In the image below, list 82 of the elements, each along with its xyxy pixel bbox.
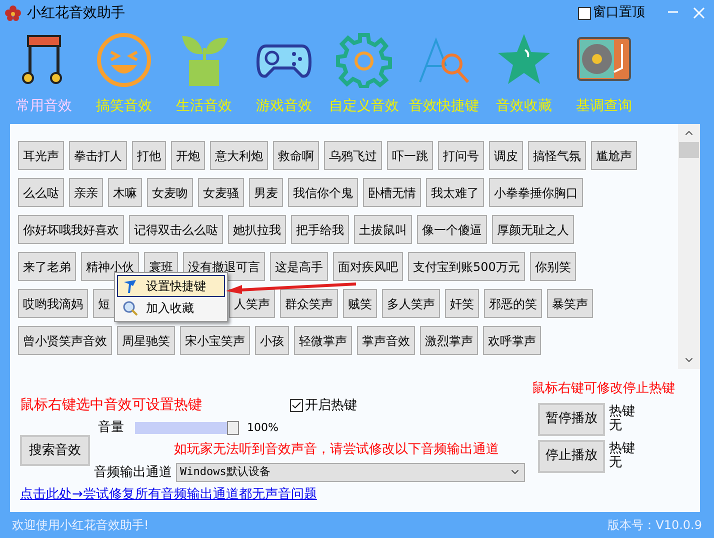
sound-button[interactable]: 木嘛 xyxy=(108,178,142,207)
playback-button[interactable]: 停止播放 xyxy=(538,440,605,472)
sound-button[interactable]: 我信你个鬼 xyxy=(288,178,358,207)
sound-button[interactable]: 乌鸦飞过 xyxy=(324,141,382,170)
sound-button[interactable]: 厚颜无耻之人 xyxy=(492,215,574,244)
sound-button[interactable]: 人笑声 xyxy=(229,289,275,318)
sound-button[interactable]: 女麦吻 xyxy=(147,178,193,207)
hotkey-hint: 鼠标右键选中音效可设置热键 xyxy=(20,396,203,415)
sound-button[interactable]: 卧槽无情 xyxy=(363,178,421,207)
sound-button[interactable]: 周星驰笑 xyxy=(117,326,175,355)
gear-icon xyxy=(336,32,392,88)
volume-slider[interactable] xyxy=(135,422,239,434)
flower-logo-icon xyxy=(5,5,21,21)
sound-button[interactable]: 这是高手 xyxy=(270,252,328,281)
sound-button[interactable]: 尴尬声 xyxy=(591,141,637,170)
hotkey-checkbox[interactable]: 开启热键 xyxy=(290,396,357,416)
window-title: 小红花音效助手 xyxy=(27,4,125,22)
sound-button[interactable]: 小拳拳捶你胸口 xyxy=(489,178,583,207)
sound-button[interactable]: 面对疾风吧 xyxy=(333,252,403,281)
sound-button[interactable]: 把手给我 xyxy=(291,215,349,244)
sound-button[interactable]: 欢呼掌声 xyxy=(483,326,541,355)
sound-button[interactable]: 我太难了 xyxy=(426,178,484,207)
pin-window-checkbox[interactable]: 窗口置顶 xyxy=(578,3,645,23)
sound-button[interactable]: 群众笑声 xyxy=(280,289,338,318)
sound-button[interactable]: 邪恶的笑 xyxy=(484,289,542,318)
sound-button[interactable]: 哎哟我滴妈 xyxy=(18,289,88,318)
sound-button[interactable]: 开炮 xyxy=(171,141,205,170)
close-icon[interactable] xyxy=(693,7,705,19)
sound-button[interactable]: 支付宝到账500万元 xyxy=(408,252,525,281)
playback-button[interactable]: 暂停播放 xyxy=(538,402,605,436)
hotkey-label: 热键 xyxy=(609,405,635,419)
version-label: 版本号：V10.0.9 xyxy=(608,517,702,534)
sound-button[interactable]: 多人笑声 xyxy=(382,289,440,318)
scrollbar[interactable] xyxy=(678,124,700,369)
sound-button[interactable]: 意大利炮 xyxy=(210,141,268,170)
sound-button[interactable]: 激烈掌声 xyxy=(420,326,478,355)
sound-button[interactable]: 暴笑声 xyxy=(547,289,593,318)
hotkey-value: 无 xyxy=(609,419,623,433)
sound-button[interactable]: 打问号 xyxy=(438,141,484,170)
sound-button[interactable]: 短 xyxy=(93,289,115,318)
sound-button[interactable]: 耳光声 xyxy=(18,141,64,170)
sound-button[interactable]: 拳击打人 xyxy=(69,141,127,170)
search-sound-button[interactable]: 搜索音效 xyxy=(20,435,90,466)
sound-button[interactable]: 调皮 xyxy=(489,141,523,170)
sound-button[interactable]: 奸笑 xyxy=(445,289,479,318)
sound-button[interactable]: 打他 xyxy=(132,141,166,170)
sound-button[interactable]: 小孩 xyxy=(255,326,289,355)
sound-button[interactable]: 你别笑 xyxy=(530,252,576,281)
laughing-face-icon xyxy=(96,32,152,88)
sound-button[interactable]: 曾小贤笑声音效 xyxy=(18,326,112,355)
menu-item[interactable]: 加入收藏 xyxy=(117,297,225,319)
checkmark-icon xyxy=(291,400,302,411)
output-select[interactable]: Windows默认设备 xyxy=(176,462,525,482)
sound-button[interactable]: 来了老弟 xyxy=(18,252,76,281)
sound-button[interactable]: 你好坏哦我好喜欢 xyxy=(18,215,124,244)
stop-hotkey-hint: 鼠标右键可修改停止热键 xyxy=(532,380,675,398)
sound-button[interactable]: 搞怪气氛 xyxy=(528,141,586,170)
menu-item[interactable]: 设置快捷键 xyxy=(117,275,225,297)
output-label: 音频输出通道 xyxy=(94,464,173,482)
sound-button[interactable]: 女麦骚 xyxy=(198,178,244,207)
hotkey-label: 热键 xyxy=(609,442,635,456)
volume-label: 音量 xyxy=(98,419,125,438)
sound-button[interactable]: 轻微掌声 xyxy=(294,326,352,355)
sound-button[interactable]: 记得双击么么哒 xyxy=(129,215,223,244)
volume-reading: 100% xyxy=(247,420,278,436)
sound-button[interactable]: 土拔鼠叫 xyxy=(354,215,412,244)
sound-button[interactable]: 亲亲 xyxy=(69,178,103,207)
sound-button[interactable]: 么么哒 xyxy=(18,178,64,207)
sound-button[interactable]: 宋小宝笑声 xyxy=(180,326,250,355)
hotkey-value: 无 xyxy=(609,456,623,470)
sound-button[interactable]: 救命啊 xyxy=(273,141,319,170)
sound-button[interactable]: 吓一跳 xyxy=(387,141,433,170)
scroll-thumb[interactable] xyxy=(679,142,699,158)
fix-audio-link[interactable]: 点击此处→尝试修复所有音频输出通道都无声音问题 xyxy=(20,485,525,504)
sound-button[interactable]: 掌声音效 xyxy=(357,326,415,355)
status-message: 欢迎使用小红花音效助手! xyxy=(12,517,149,534)
sound-button[interactable]: 贼笑 xyxy=(343,289,377,318)
sound-button[interactable]: 像一个傻逼 xyxy=(417,215,487,244)
sound-button[interactable]: 她扒拉我 xyxy=(228,215,286,244)
magnifier-icon xyxy=(122,300,138,316)
output-hint: 如玩家无法听到音效声音，请尝试修改以下音频输出通道 xyxy=(174,441,500,459)
sound-button[interactable]: 男麦 xyxy=(249,178,283,207)
